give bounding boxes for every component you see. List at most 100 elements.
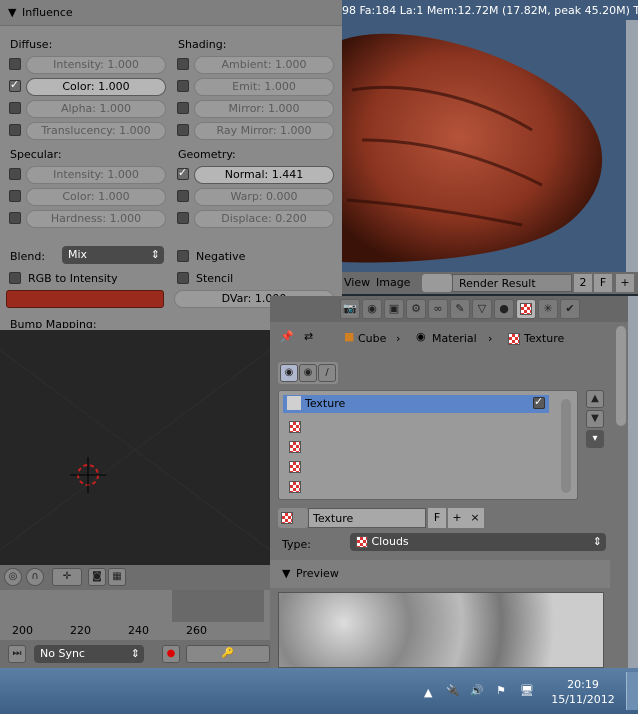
tab-modifiers[interactable]: ⚙ xyxy=(406,299,426,319)
manipulator-icon[interactable]: ✛ xyxy=(52,568,82,586)
specular-color-checkbox[interactable] xyxy=(9,190,21,202)
render-camera-icon[interactable]: ◙ xyxy=(88,568,106,586)
fake-user-button[interactable]: F xyxy=(594,274,612,292)
tab-constraints[interactable]: ∞ xyxy=(428,299,448,319)
shading-ray-mirror-field[interactable]: Ray Mirror: 1.000 xyxy=(194,122,334,140)
pivot-icon[interactable]: ◎ xyxy=(4,568,22,586)
shading-ambient-field[interactable]: Ambient: 1.000 xyxy=(194,56,334,74)
brush-texture-icon[interactable]: / xyxy=(318,364,336,382)
shading-ray-mirror-checkbox[interactable] xyxy=(177,124,189,136)
texture-type-select[interactable]: Clouds ⇕ xyxy=(350,533,606,551)
specular-intensity-field[interactable]: Intensity: 1.000 xyxy=(26,166,166,184)
specular-color-field[interactable]: Color: 1.000 xyxy=(26,188,166,206)
tab-texture[interactable] xyxy=(516,299,536,319)
tab-particles[interactable]: ✳ xyxy=(538,299,558,319)
shading-emit-field[interactable]: Emit: 1.000 xyxy=(194,78,334,96)
diffuse-translucency-field[interactable]: Translucency: 1.000 xyxy=(26,122,166,140)
3d-cursor-icon[interactable] xyxy=(0,330,270,565)
snap-icon[interactable]: ∩ xyxy=(26,568,44,586)
image-browse-button[interactable] xyxy=(422,274,452,292)
list-item[interactable]: Texture xyxy=(283,395,549,413)
empty-slot-icon[interactable] xyxy=(289,441,301,453)
shading-mirror-checkbox[interactable] xyxy=(177,102,189,114)
volume-icon[interactable]: 🔊 xyxy=(470,684,484,697)
diffuse-color-field[interactable]: Color: 1.000 xyxy=(26,78,166,96)
geometry-warp-field[interactable]: Warp: 0.000 xyxy=(194,188,334,206)
tab-object[interactable]: ▣ xyxy=(384,299,404,319)
collapse-triangle-icon[interactable]: ▼ xyxy=(8,6,16,19)
add-image-button[interactable]: + xyxy=(616,274,634,292)
geometry-displace-checkbox[interactable] xyxy=(177,212,189,224)
breadcrumb-material[interactable]: Material xyxy=(432,332,477,345)
tab-physics[interactable]: ✔ xyxy=(560,299,580,319)
collapse-triangle-icon[interactable]: ▼ xyxy=(282,567,290,580)
keying-set-field[interactable]: 🔑 xyxy=(186,645,270,663)
network-icon[interactable]: 🖥 xyxy=(520,684,534,697)
diffuse-color-checkbox[interactable] xyxy=(9,78,21,92)
viewport-scrollbar[interactable] xyxy=(626,20,638,272)
tab-wrench[interactable]: ✎ xyxy=(450,299,470,319)
fake-user-button[interactable]: F xyxy=(428,508,446,528)
tab-material[interactable]: ● xyxy=(494,299,514,319)
tab-render[interactable]: 📷 xyxy=(340,299,360,319)
image-menu[interactable]: Image xyxy=(376,276,410,289)
geometry-displace-field[interactable]: Displace: 0.200 xyxy=(194,210,334,228)
show-desktop-button[interactable] xyxy=(626,672,638,710)
move-down-icon[interactable]: ▼ xyxy=(586,410,604,428)
record-icon[interactable]: ● xyxy=(162,645,180,663)
3d-viewport[interactable] xyxy=(0,330,270,565)
empty-slot-icon[interactable] xyxy=(289,481,301,493)
move-up-icon[interactable]: ▲ xyxy=(586,390,604,408)
diffuse-alpha-field[interactable]: Alpha: 1.000 xyxy=(26,100,166,118)
specular-intensity-checkbox[interactable] xyxy=(9,168,21,180)
diffuse-intensity-field[interactable]: Intensity: 1.000 xyxy=(26,56,166,74)
influence-header[interactable]: ▼ Influence xyxy=(0,0,342,26)
sync-select[interactable]: No Sync ⇕ xyxy=(34,645,144,663)
negative-checkbox[interactable] xyxy=(177,250,189,262)
geometry-normal-field[interactable]: Normal: 1.441 xyxy=(194,166,334,184)
action-center-flag-icon[interactable]: ⚑ xyxy=(496,684,506,697)
empty-slot-icon[interactable] xyxy=(289,421,301,433)
jump-end-icon[interactable]: ⏭ xyxy=(8,645,26,663)
diffuse-intensity-checkbox[interactable] xyxy=(9,58,21,70)
timeline[interactable]: 200 220 240 260 xyxy=(0,590,270,640)
tab-mesh-data[interactable]: ▽ xyxy=(472,299,492,319)
diffuse-translucency-checkbox[interactable] xyxy=(9,124,21,136)
geometry-warp-checkbox[interactable] xyxy=(177,190,189,202)
properties-scrollbar[interactable] xyxy=(616,326,626,426)
power-icon[interactable]: 🔌 xyxy=(446,684,460,697)
geometry-normal-checkbox[interactable] xyxy=(177,166,189,180)
blend-color-swatch[interactable] xyxy=(6,290,164,308)
diffuse-alpha-checkbox[interactable] xyxy=(9,102,21,114)
slot-enabled-checkbox[interactable] xyxy=(533,395,545,409)
world-texture-icon[interactable]: ◉ xyxy=(280,364,298,382)
shading-ambient-checkbox[interactable] xyxy=(177,58,189,70)
material-texture-icon[interactable]: ◉ xyxy=(299,364,317,382)
breadcrumb-texture[interactable]: Texture xyxy=(524,332,564,345)
new-texture-button[interactable]: + xyxy=(448,508,466,528)
view-menu[interactable]: View xyxy=(344,276,370,289)
clock[interactable]: 20:19 15/11/2012 xyxy=(546,678,620,706)
rgb-to-intensity-checkbox[interactable] xyxy=(9,272,21,284)
unlink-texture-button[interactable]: × xyxy=(466,508,484,528)
preview-header[interactable]: ▼ Preview xyxy=(270,560,610,588)
specular-hardness-checkbox[interactable] xyxy=(9,212,21,224)
list-scrollbar[interactable] xyxy=(561,399,571,493)
specials-menu-icon[interactable]: ▾ xyxy=(586,430,604,448)
render-animation-icon[interactable]: ▦ xyxy=(108,568,126,586)
texture-slot-list[interactable]: Texture xyxy=(278,390,578,500)
specular-hardness-field[interactable]: Hardness: 1.000 xyxy=(26,210,166,228)
blend-select[interactable]: Mix ⇕ xyxy=(62,246,164,264)
tab-world[interactable]: ◉ xyxy=(362,299,382,319)
shading-mirror-field[interactable]: Mirror: 1.000 xyxy=(194,100,334,118)
link-icon[interactable]: ⇄ xyxy=(304,330,313,343)
breadcrumb-cube[interactable]: Cube xyxy=(358,332,386,345)
render-viewport[interactable] xyxy=(342,0,638,272)
pin-icon[interactable]: 📌 xyxy=(280,330,294,343)
texture-name-field[interactable]: Texture xyxy=(308,508,426,528)
texture-browse-button[interactable] xyxy=(278,508,308,528)
render-result-field[interactable]: Render Result xyxy=(452,274,572,292)
show-hidden-icons-icon[interactable]: ▲ xyxy=(424,686,432,699)
slot-number[interactable]: 2 xyxy=(574,274,592,292)
empty-slot-icon[interactable] xyxy=(289,461,301,473)
